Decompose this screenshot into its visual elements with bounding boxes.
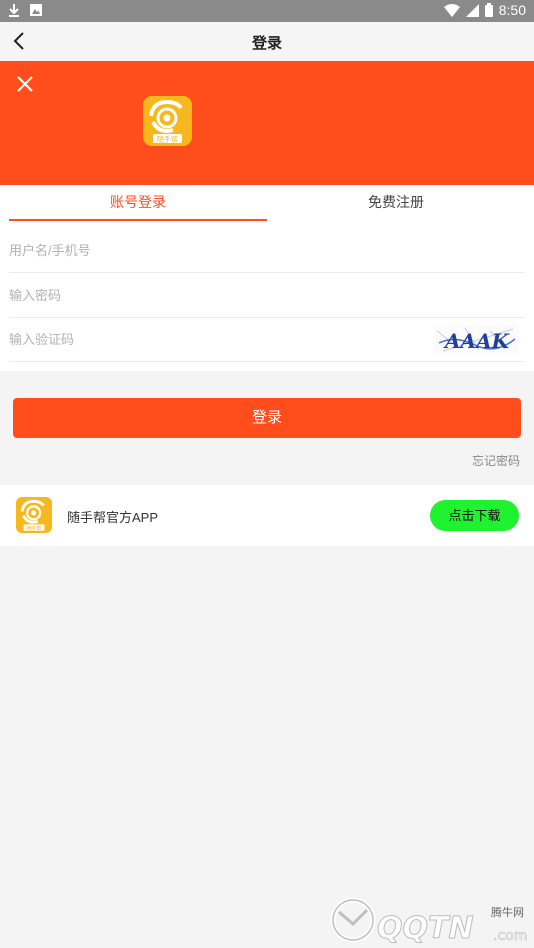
app-logo: 随手帮 [143, 96, 192, 146]
nav-bar: 登录 [0, 22, 534, 61]
image-icon [30, 4, 42, 16]
password-input[interactable] [9, 274, 525, 317]
captcha-input[interactable] [9, 318, 429, 361]
watermark-cn-text: 腾牛网 [491, 907, 524, 919]
battery-icon [484, 3, 493, 17]
watermark: QQTN .com 腾牛网 [325, 890, 530, 947]
status-bar: 8:50 [0, 0, 534, 22]
card-logo-text: 随手帮 [26, 525, 41, 532]
card-app-logo: 随手帮 [16, 497, 52, 533]
captcha-field: AAAK [9, 318, 525, 362]
close-button[interactable] [15, 74, 35, 94]
status-time: 8:50 [498, 2, 526, 18]
logo-icon: 随手帮 [149, 99, 183, 144]
app-card-label: 随手帮官方APP [67, 510, 159, 525]
password-field [9, 274, 525, 318]
login-form-panel: 账号登录 免费注册 AAAK [0, 185, 534, 371]
wifi-icon [443, 3, 460, 17]
download-button[interactable]: 点击下载 [430, 500, 519, 531]
username-field [9, 229, 525, 273]
captcha-text: AAAK [443, 329, 511, 353]
login-button[interactable]: 登录 [13, 398, 521, 438]
header-banner: 随手帮 [0, 61, 534, 185]
username-input[interactable] [9, 229, 525, 272]
captcha-image[interactable]: AAAK [435, 325, 519, 355]
watermark-domain: .com [493, 928, 527, 944]
logo-text: 随手帮 [157, 135, 178, 144]
download-icon [9, 4, 19, 17]
tab-free-register[interactable]: 免费注册 [267, 185, 525, 221]
tab-account-login[interactable]: 账号登录 [9, 185, 267, 221]
page-title: 登录 [251, 35, 282, 52]
logo-icon: 随手帮 [20, 499, 45, 532]
signal-icon [465, 3, 479, 17]
app-download-card: 随手帮 随手帮官方APP 点击下载 [0, 485, 534, 546]
watermark-brand: QQTN [377, 911, 474, 945]
forgot-password-link[interactable]: 忘记密码 [472, 452, 520, 469]
close-icon [17, 76, 33, 92]
